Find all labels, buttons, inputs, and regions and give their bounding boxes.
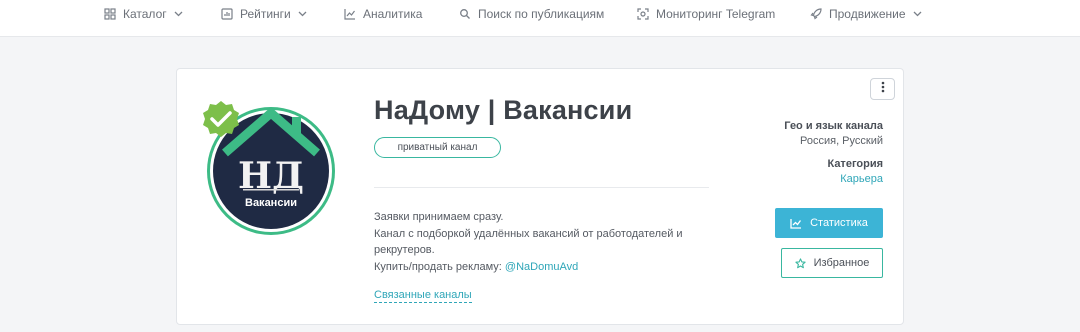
ad-contact-link[interactable]: @NaDomuAvd [505, 261, 578, 273]
description-line: Канал с подборкой удалённых вакансий от … [374, 227, 683, 257]
nav-item-label: Каталог [123, 6, 167, 21]
chevron-down-icon [913, 11, 922, 17]
category-link[interactable]: Карьера [840, 173, 883, 185]
nav-item-search[interactable]: Поиск по публикациям [459, 0, 604, 27]
search-icon [459, 8, 471, 20]
ad-prefix: Купить/продать рекламу: [374, 260, 502, 273]
avatar-caption: Вакансии [245, 197, 297, 209]
nav-item-label: Аналитика [363, 6, 423, 21]
rocket-icon [810, 7, 822, 20]
favorite-button-label: Избранное [813, 257, 870, 269]
chart-line-icon [790, 218, 802, 229]
channel-title: НаДому | Вакансии [374, 95, 633, 125]
statistics-button-label: Статистика [810, 217, 868, 229]
favorite-button[interactable]: Избранное [781, 248, 883, 278]
nav-item-label: Рейтинги [240, 6, 291, 21]
star-icon [794, 257, 806, 269]
channel-card: НД Вакансии НаДому | Вакансии приватный … [176, 68, 904, 325]
nav-item-label: Поиск по публикациям [478, 6, 605, 21]
grid-icon [104, 7, 116, 20]
nav-item-catalog[interactable]: Каталог [104, 0, 183, 27]
chevron-down-icon [298, 11, 307, 17]
chevron-down-icon [174, 11, 183, 17]
geo-label: Гео и язык канала [784, 120, 883, 132]
description-ad-line: Купить/продать рекламу: @NaDomuAvd [374, 259, 704, 276]
nav-item-analytics[interactable]: Аналитика [344, 0, 422, 27]
privacy-badge: приватный канал [374, 137, 501, 158]
ranking-icon [221, 7, 233, 20]
scan-icon [637, 7, 649, 20]
divider [374, 187, 709, 188]
category-label: Категория [827, 158, 883, 170]
chart-line-icon [344, 8, 356, 20]
geo-value: Россия, Русский [800, 135, 883, 147]
channel-avatar: НД Вакансии [197, 91, 342, 236]
statistics-button[interactable]: Статистика [775, 208, 883, 238]
more-vertical-icon [881, 80, 885, 98]
nav-item-promotion[interactable]: Продвижение [810, 0, 922, 27]
avatar-letters: НД [238, 155, 304, 197]
top-navigation: Каталог Рейтинги Аналитика Поиск по публ… [0, 0, 1080, 37]
nav-item-label: Мониторинг Telegram [656, 6, 776, 21]
nav-item-label: Продвижение [829, 6, 906, 21]
nav-item-ratings[interactable]: Рейтинги [221, 0, 307, 27]
description-line: Заявки принимаем сразу. [374, 211, 504, 223]
nav-item-monitoring[interactable]: Мониторинг Telegram [637, 0, 775, 27]
more-options-button[interactable] [870, 78, 895, 100]
channel-description: Заявки принимаем сразу. Канал с подборко… [374, 209, 704, 275]
related-channels-link[interactable]: Связанные каналы [374, 289, 472, 303]
